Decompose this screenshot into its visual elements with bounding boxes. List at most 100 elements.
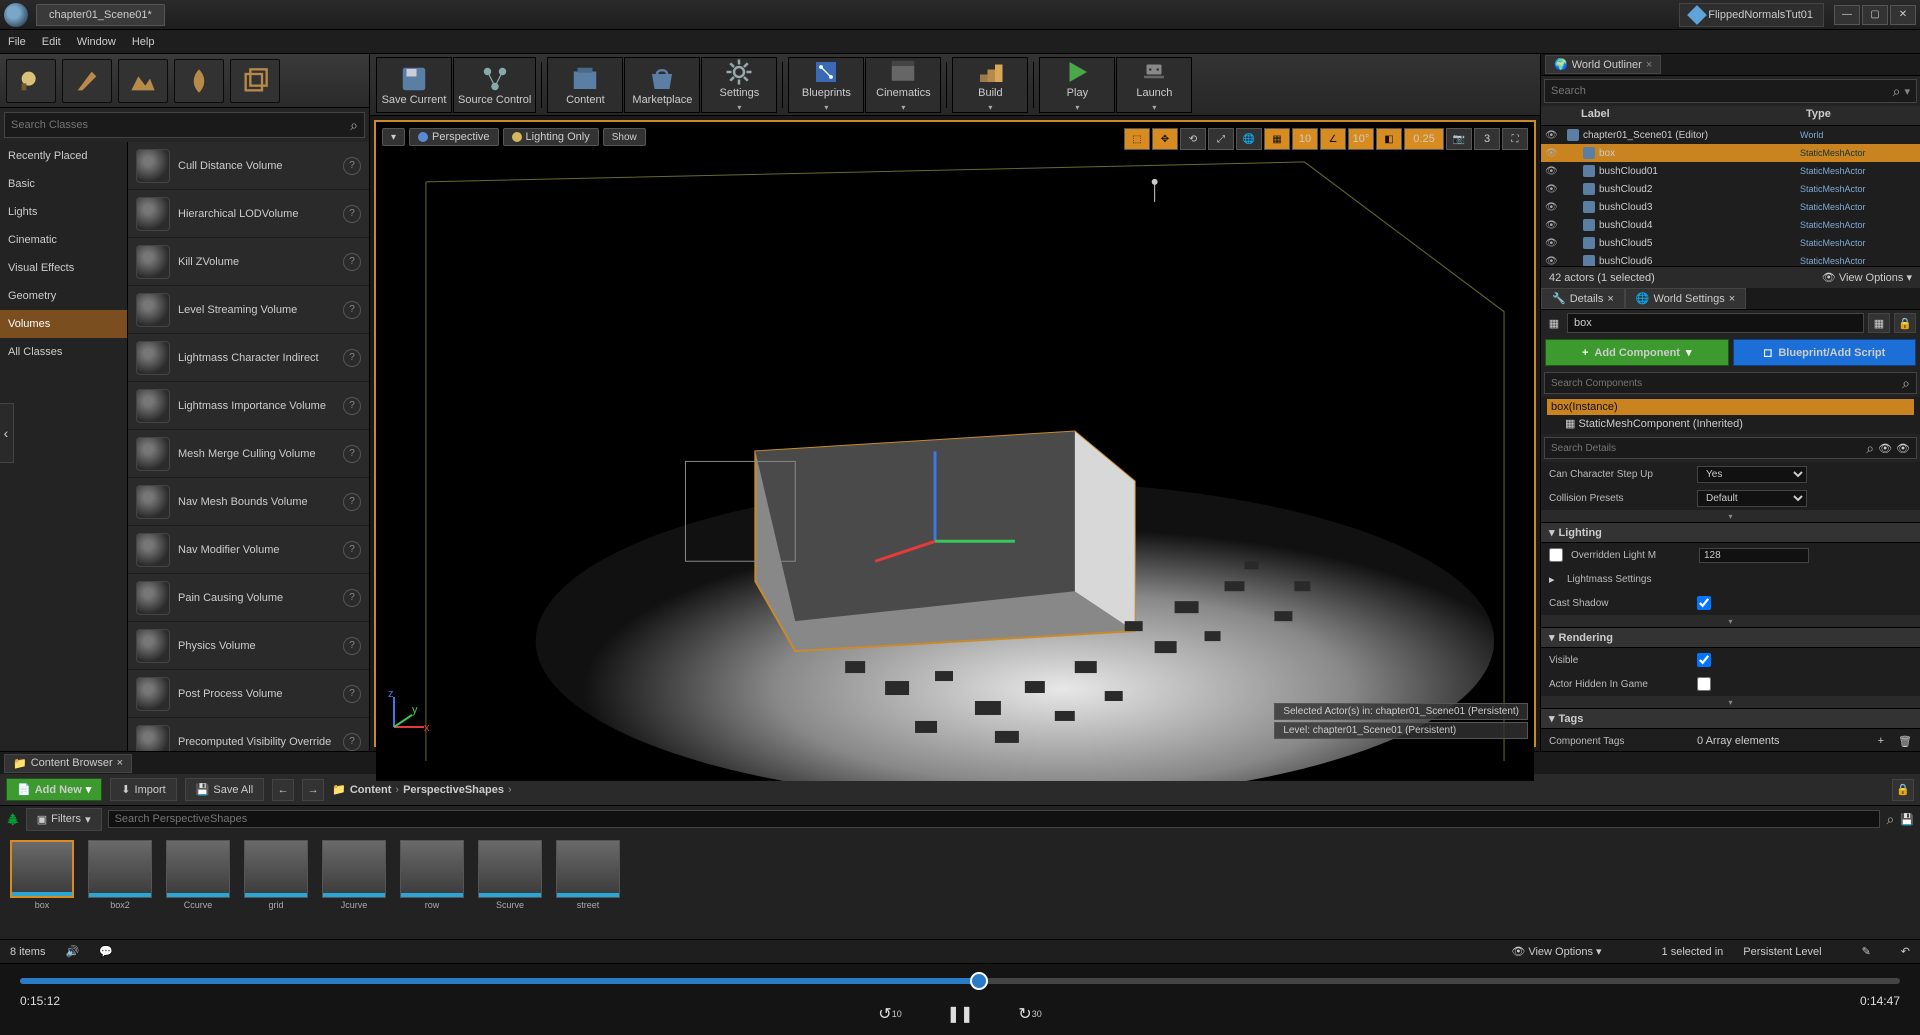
category-geometry[interactable]: Geometry [0,282,127,310]
translate-tool-icon[interactable]: ✥ [1152,128,1178,150]
clear-tags-icon[interactable]: 🗑 [1898,735,1912,748]
place-item[interactable]: Post Process Volume? [128,670,369,718]
help-icon[interactable]: ? [343,637,361,655]
classes-search-input[interactable] [11,119,350,131]
help-icon[interactable]: ? [343,349,361,367]
asset-item[interactable]: Scurve [476,840,544,931]
help-icon[interactable]: ? [343,589,361,607]
cb-lock-icon[interactable]: 🔒 [1892,779,1914,801]
section-rendering[interactable]: ▾ Rendering [1541,627,1920,648]
camera-speed-value[interactable]: 3 [1474,128,1500,150]
help-icon[interactable]: ? [343,541,361,559]
search-details-input[interactable] [1551,443,1866,454]
place-item[interactable]: Cull Distance Volume? [128,142,369,190]
close-button[interactable]: ✕ [1890,5,1916,25]
panel-collapse-button[interactable]: ‹ [0,403,14,463]
build-button[interactable]: Build [952,57,1028,113]
asset-item[interactable]: street [554,840,622,931]
document-tab[interactable]: chapter01_Scene01* [36,4,165,26]
mode-geometry-icon[interactable] [230,59,280,103]
help-icon[interactable]: ? [343,445,361,463]
save-all-button[interactable]: 💾 Save All [185,778,264,801]
asset-item[interactable]: box2 [86,840,154,931]
section-tags[interactable]: ▾ Tags [1541,708,1920,729]
outliner-search-input[interactable] [1551,85,1893,97]
video-pause-button[interactable]: ❚❚ [945,999,975,1029]
place-item[interactable]: Kill ZVolume? [128,238,369,286]
category-all-classes[interactable]: All Classes [0,338,127,366]
visibility-icon[interactable]: 👁 [1545,184,1559,195]
add-tag-icon[interactable]: + [1878,735,1884,747]
hidden-in-game-checkbox[interactable] [1697,677,1711,691]
nav-button[interactable]: ▦ [1868,313,1890,333]
mode-landscape-icon[interactable] [118,59,168,103]
outliner-col-label[interactable]: Label [1541,106,1800,125]
category-cinematic[interactable]: Cinematic [0,226,127,254]
details-tab[interactable]: 🔧Details× [1541,288,1625,309]
scale-snap-value[interactable]: 0.25 [1404,128,1444,150]
place-item[interactable]: Nav Modifier Volume? [128,526,369,574]
collision-select[interactable]: Default [1697,490,1807,507]
play-button[interactable]: Play [1039,57,1115,113]
help-icon[interactable]: ? [343,685,361,703]
edit-icon[interactable]: ✎ [1862,945,1871,958]
outliner-col-type[interactable]: Type [1800,106,1920,125]
cinematics-button[interactable]: Cinematics [865,57,941,113]
filters-tree-icon[interactable]: 🌲 [6,813,20,826]
import-button[interactable]: ⬇ Import [110,778,176,801]
marketplace-button[interactable]: Marketplace [624,57,700,113]
visibility-icon[interactable]: 👁 [1545,202,1559,213]
asset-item[interactable]: box [8,840,76,931]
source-control-button[interactable]: Source Control [453,57,536,113]
content-browser-tab[interactable]: 📁 Content Browser × [4,754,132,773]
grid-snap-toggle[interactable]: 10 [1292,128,1318,150]
nav-forward-button[interactable]: → [302,779,324,801]
place-item[interactable]: Level Streaming Volume? [128,286,369,334]
filters-button[interactable]: ▣ Filters ▾ [26,808,102,831]
viewport[interactable]: ▾ Perspective Lighting Only Show ⬚ ✥ ⟲ ⤢… [374,120,1536,747]
visibility-icon[interactable]: 👁 [1545,238,1559,249]
scale-snap-icon[interactable]: ◧ [1376,128,1402,150]
rotate-tool-icon[interactable]: ⟲ [1180,128,1206,150]
menu-file[interactable]: File [8,36,26,48]
outliner-row[interactable]: 👁bushCloud5StaticMeshActor [1541,234,1920,252]
video-forward-button[interactable]: ↻30 [1015,999,1045,1029]
place-item[interactable]: Mesh Merge Culling Volume? [128,430,369,478]
cast-shadow-checkbox[interactable] [1697,596,1711,610]
undo-icon[interactable]: ↶ [1901,945,1910,958]
outliner-search[interactable]: ▾ [1544,79,1917,103]
save-search-icon[interactable]: 💾 [1900,813,1914,826]
place-item[interactable]: Precomputed Visibility Override? [128,718,369,751]
view-mode-button[interactable]: Perspective [409,128,498,146]
crumb-content[interactable]: Content [350,784,392,796]
category-visual-effects[interactable]: Visual Effects [0,254,127,282]
asset-item[interactable]: Jcurve [320,840,388,931]
place-item[interactable]: Lightmass Importance Volume? [128,382,369,430]
visibility-icon[interactable]: 👁 [1545,166,1559,177]
visible-checkbox[interactable] [1697,653,1711,667]
minimize-button[interactable]: — [1834,5,1860,25]
menu-edit[interactable]: Edit [42,36,61,48]
asset-item[interactable]: Ccurve [164,840,232,931]
mode-place-icon[interactable] [6,59,56,103]
rotation-snap-value[interactable]: 10° [1348,128,1374,150]
can-step-select[interactable]: Yes [1697,466,1807,483]
visibility-icon[interactable]: 👁 [1545,148,1559,159]
add-component-button[interactable]: + Add Component ▾ [1545,339,1729,366]
video-back-button[interactable]: ↺10 [875,999,905,1029]
help-icon[interactable]: ? [343,493,361,511]
scale-tool-icon[interactable]: ⤢ [1208,128,1234,150]
help-icon[interactable]: ? [343,301,361,319]
launch-button[interactable]: Launch [1116,57,1192,113]
surface-snap-icon[interactable]: ▦ [1264,128,1290,150]
save-current-button[interactable]: Save Current [376,57,452,113]
lock-button[interactable]: 🔒 [1894,313,1916,333]
outliner-row[interactable]: 👁boxStaticMeshActor [1541,144,1920,162]
outliner-row[interactable]: 👁chapter01_Scene01 (Editor)World [1541,126,1920,144]
category-lights[interactable]: Lights [0,198,127,226]
maximize-viewport-icon[interactable]: ⛶ [1502,128,1528,150]
help-icon[interactable]: ? [343,733,361,751]
menu-help[interactable]: Help [132,36,155,48]
outliner-row[interactable]: 👁bushCloud2StaticMeshActor [1541,180,1920,198]
help-icon[interactable]: ? [343,253,361,271]
